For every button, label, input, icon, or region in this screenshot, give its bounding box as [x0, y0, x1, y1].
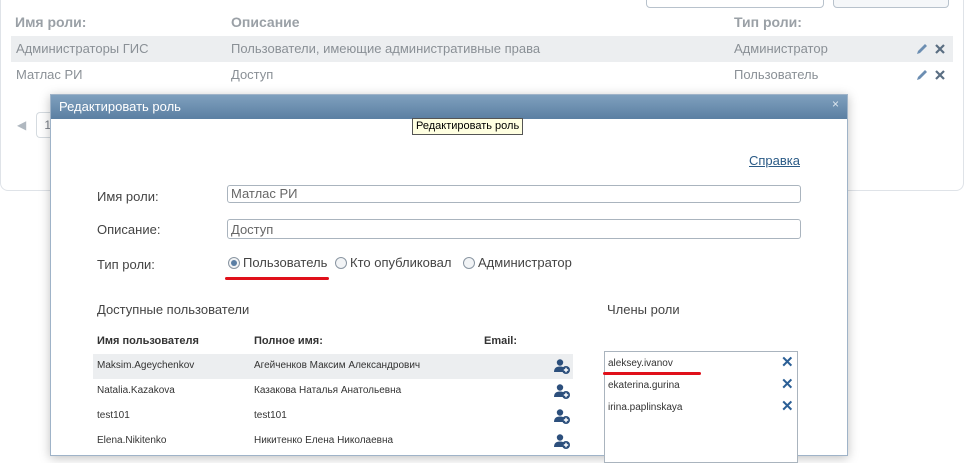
remove-member-icon[interactable]: ✕: [781, 355, 794, 370]
radio-user[interactable]: Пользователь: [228, 255, 327, 270]
header-role-type: Тип роли:: [734, 14, 802, 30]
delete-icon[interactable]: [933, 68, 947, 82]
remove-member-icon[interactable]: ✕: [781, 399, 794, 414]
role-name-label: Имя роли:: [97, 189, 159, 204]
table-row[interactable]: Администраторы ГИС Пользователи, имеющие…: [11, 36, 953, 62]
edit-icon[interactable]: [915, 68, 929, 82]
username-cell: Elena.Nikitenko: [97, 435, 167, 446]
radio-checked-icon: [228, 256, 240, 269]
header-username: Имя пользователя: [97, 335, 199, 347]
radio-label: Кто опубликовал: [350, 255, 452, 270]
edit-icon[interactable]: [915, 42, 929, 56]
highlight-underline: [225, 277, 329, 280]
header-full-name: Полное имя:: [254, 335, 323, 347]
full-name-cell: Казакова Наталья Анатольевна: [254, 385, 402, 396]
member-item[interactable]: ekaterina.gurina: [608, 380, 680, 391]
tooltip: Редактировать роль: [412, 118, 524, 135]
close-icon[interactable]: ×: [832, 97, 839, 111]
user-row[interactable]: Natalia.Kazakova Казакова Наталья Анатол…: [93, 379, 573, 404]
member-item[interactable]: irina.paplinskaya: [608, 402, 683, 413]
header-email: Email:: [484, 335, 518, 347]
radio-unchecked-icon: [335, 256, 347, 269]
radio-unchecked-icon: [463, 256, 475, 269]
header-role-name: Имя роли:: [15, 14, 87, 30]
username-cell: Natalia.Kazakova: [97, 385, 175, 396]
roles-table-header: Имя роли: Описание Тип роли:: [1, 10, 953, 34]
role-type-label: Тип роли:: [97, 257, 155, 272]
member-item[interactable]: aleksey.ivanov: [608, 358, 673, 369]
username-cell: Maksim.Ageychenkov: [97, 360, 195, 371]
add-user-icon[interactable]: [553, 383, 571, 400]
role-name-cell: Администраторы ГИС: [16, 41, 149, 56]
radio-label: Пользователь: [243, 255, 328, 270]
description-cell: Пользователи, имеющие административные п…: [231, 41, 541, 56]
highlight-underline: [603, 372, 701, 375]
description-cell: Доступ: [231, 67, 274, 82]
user-row[interactable]: Maksim.Ageychenkov Агейченков Максим Але…: [93, 354, 573, 379]
toolbar-button[interactable]: [833, 0, 949, 8]
role-name-cell: Матлас РИ: [16, 67, 83, 82]
header-description: Описание: [231, 14, 300, 30]
dialog-titlebar[interactable]: Редактировать роль ×: [51, 95, 847, 119]
description-input[interactable]: [227, 219, 801, 239]
edit-role-dialog: Редактировать роль × Редактировать роль …: [50, 94, 848, 463]
role-members-title: Члены роли: [607, 302, 680, 317]
radio-administrator[interactable]: Администратор: [463, 255, 572, 270]
role-members-list[interactable]: aleksey.ivanov ✕ ekaterina.gurina ✕ irin…: [604, 351, 798, 463]
remove-member-icon[interactable]: ✕: [781, 377, 794, 392]
dialog-title: Редактировать роль: [59, 99, 181, 114]
search-input[interactable]: [646, 0, 824, 8]
add-user-icon[interactable]: [553, 358, 571, 375]
radio-label: Администратор: [478, 255, 572, 270]
available-users-title: Доступные пользователи: [97, 302, 250, 317]
help-link[interactable]: Справка: [749, 153, 800, 168]
delete-icon[interactable]: [933, 42, 947, 56]
pager-prev-icon[interactable]: ◀: [17, 118, 26, 132]
description-label: Описание:: [97, 222, 161, 237]
username-cell: test101: [97, 410, 130, 421]
full-name-cell: Агейченков Максим Александрович: [254, 360, 421, 371]
table-row[interactable]: Матлас РИ Доступ Пользователь: [11, 62, 953, 88]
role-name-input[interactable]: [227, 185, 801, 203]
user-row[interactable]: test101 test101: [93, 404, 573, 429]
radio-publisher[interactable]: Кто опубликовал: [335, 255, 452, 270]
full-name-cell: test101: [254, 410, 287, 421]
role-type-cell: Пользователь: [734, 67, 819, 82]
role-type-cell: Администратор: [734, 41, 828, 56]
add-user-icon[interactable]: [553, 408, 571, 425]
full-name-cell: Никитенко Елена Николаевна: [254, 435, 394, 446]
